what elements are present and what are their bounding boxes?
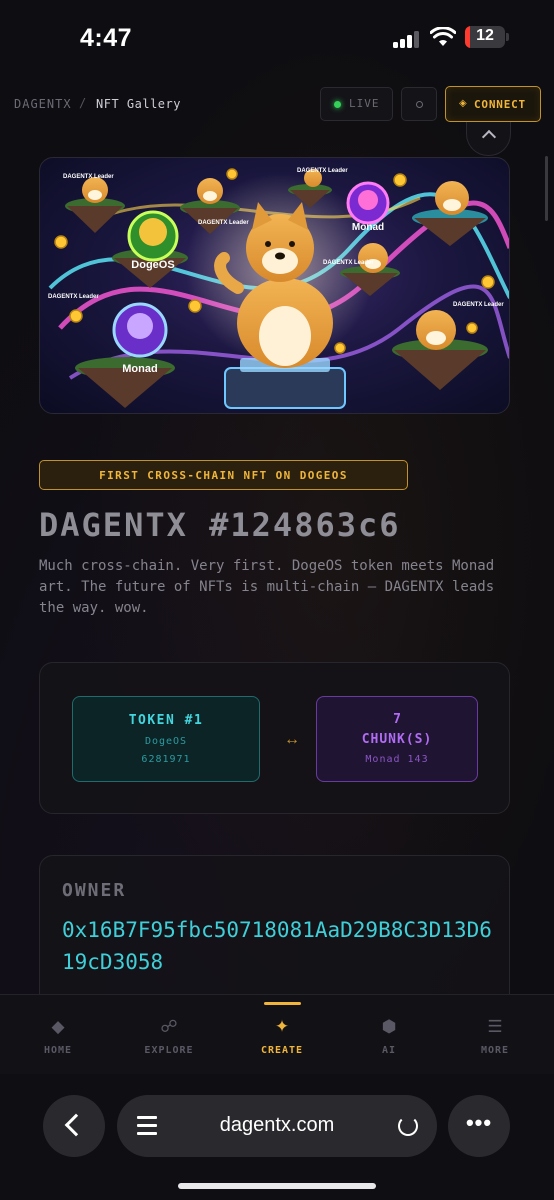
live-dot-icon [334, 101, 341, 108]
cross-chain-card: TOKEN #1 DogeOS 6281971 ↔ 7 CHUNK(S) Mon… [39, 662, 510, 814]
settings-button[interactable] [401, 87, 437, 121]
owner-address[interactable]: 0x16B7F95fbc50718081AaD29B8C3D13D619cD30… [62, 914, 492, 978]
svg-text:DAGENTX Leader: DAGENTX Leader [198, 220, 249, 226]
diamond-icon: ◆ [51, 1017, 65, 1036]
connect-button[interactable]: ◈ CONNECT [445, 86, 541, 122]
browser-back-button[interactable] [43, 1095, 105, 1157]
nav-ai[interactable]: ⬢ AI [344, 995, 434, 1075]
hexagon-icon: ⬢ [381, 1017, 397, 1036]
svg-text:Monad: Monad [352, 222, 384, 233]
chunk-chain: Monad 143 [365, 754, 429, 765]
chunk-label: CHUNK(S) [361, 732, 433, 747]
svg-text:DAGENTX Leader: DAGENTX Leader [48, 294, 99, 300]
home-indicator [178, 1183, 376, 1189]
url-text: dagentx.com [219, 1114, 335, 1136]
badge-text: FIRST CROSS-CHAIN NFT ON DOGEOS [99, 469, 348, 482]
breadcrumb-current: NFT Gallery [96, 97, 181, 111]
svg-text:DAGENTX Leader: DAGENTX Leader [323, 260, 374, 266]
nav-explore-label: EXPLORE [144, 1045, 194, 1056]
status-bar: 4:47 12 [0, 0, 554, 76]
reload-icon[interactable] [398, 1116, 418, 1136]
browser-address-bar[interactable]: dagentx.com [117, 1095, 437, 1157]
svg-text:Monad: Monad [122, 363, 157, 375]
nav-ai-label: AI [381, 1045, 397, 1056]
nft-title: DAGENTX #124863c6 [39, 506, 401, 544]
token-title: TOKEN #1 [128, 713, 204, 728]
sparkle-icon: ✦ [274, 1017, 290, 1036]
nav-more[interactable]: ☰ MORE [450, 995, 540, 1075]
link-icon: ☍ [160, 1017, 178, 1036]
browser-toolbar: dagentx.com ••• [0, 1074, 554, 1200]
battery-level: 12 [476, 27, 494, 44]
dogeos-token-box[interactable]: TOKEN #1 DogeOS 6281971 [72, 696, 260, 782]
nav-active-indicator [264, 1002, 301, 1005]
cellular-signal-icon [393, 30, 421, 48]
menu-icon: ☰ [487, 1017, 503, 1036]
bottom-navigation: ◆ HOME ☍ EXPLORE ✦ CREATE ⬢ AI ☰ MORE [0, 994, 554, 1074]
svg-text:DAGENTX Leader: DAGENTX Leader [63, 174, 114, 180]
chunk-count: 7 [393, 712, 401, 727]
live-label: LIVE [349, 97, 380, 110]
first-cross-chain-badge: FIRST CROSS-CHAIN NFT ON DOGEOS [39, 460, 408, 490]
nav-create-label: CREATE [260, 1045, 304, 1056]
nav-explore[interactable]: ☍ EXPLORE [124, 995, 214, 1075]
token-chain: DogeOS [144, 736, 188, 747]
nav-home[interactable]: ◆ HOME [13, 995, 103, 1075]
battery-icon: 12 [465, 26, 505, 48]
nft-description: Much cross-chain. Very first. DogeOS tok… [39, 558, 495, 616]
live-indicator: LIVE [320, 87, 393, 121]
chevron-left-icon [64, 1113, 88, 1137]
nav-home-label: HOME [43, 1045, 73, 1056]
nft-artwork[interactable]: DogeOS Monad Monad DAGENTX Leader DAGENT… [39, 157, 510, 414]
gear-icon [416, 101, 423, 108]
chevron-up-icon [481, 129, 497, 145]
nav-create[interactable]: ✦ CREATE [237, 995, 327, 1075]
connect-label: CONNECT [474, 98, 526, 111]
svg-text:DAGENTX Leader: DAGENTX Leader [297, 168, 348, 174]
status-time: 4:47 [80, 24, 133, 52]
svg-text:DogeOS: DogeOS [131, 259, 174, 271]
svg-text:DAGENTX Leader: DAGENTX Leader [453, 302, 504, 308]
monad-chunks-box[interactable]: 7 CHUNK(S) Monad 143 [316, 696, 478, 782]
more-dots-icon: ••• [465, 1110, 493, 1135]
browser-more-button[interactable]: ••• [448, 1095, 510, 1157]
scrollbar-thumb[interactable] [545, 156, 548, 221]
owner-label: OWNER [62, 880, 127, 901]
bidirectional-arrow-icon: ↔ [284, 731, 300, 748]
token-id: 6281971 [141, 754, 191, 765]
wifi-icon [430, 27, 456, 46]
breadcrumb-separator: / [79, 96, 87, 110]
diamond-icon: ◈ [459, 98, 467, 109]
breadcrumb-root[interactable]: DAGENTX [14, 97, 72, 111]
nav-more-label: MORE [480, 1045, 510, 1056]
nft-artwork-illustration: DogeOS Monad Monad DAGENTX Leader DAGENT… [48, 168, 509, 409]
